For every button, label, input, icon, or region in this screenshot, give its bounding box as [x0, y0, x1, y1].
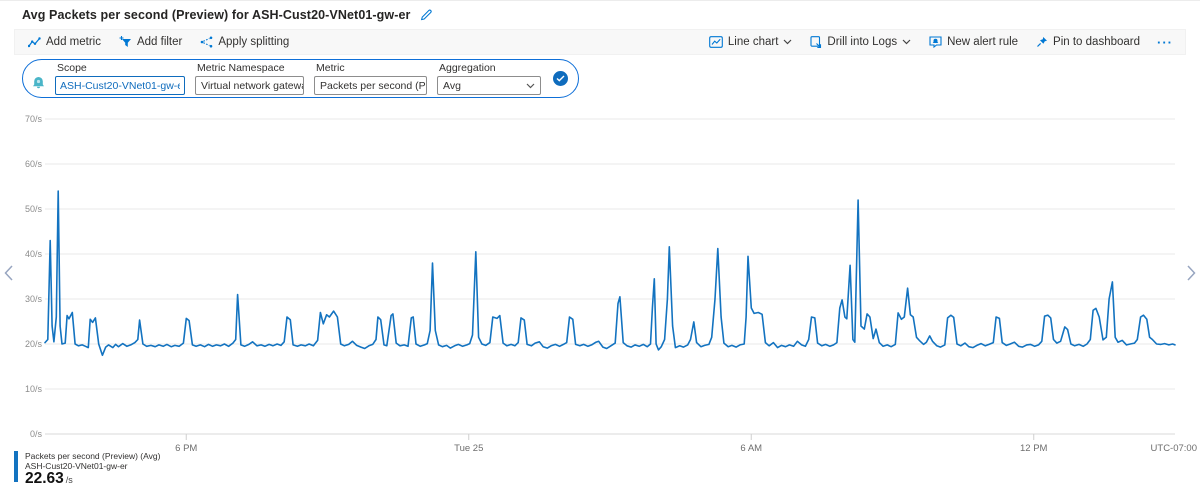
svg-text:12 PM: 12 PM [1020, 443, 1048, 453]
svg-text:50/s: 50/s [25, 204, 43, 214]
metrics-chart[interactable]: 0/s 10/s 20/s 30/s 40/s 50/s 60/s 70/s 6 PM Tue 2… [0, 101, 1200, 453]
line-chart-label: Line chart [727, 36, 779, 48]
metrics-widget: Avg Packets per second (Preview) for ASH… [0, 0, 1200, 485]
line-chart-button[interactable]: Line chart [700, 30, 802, 54]
chart-title: Avg Packets per second (Preview) for ASH… [22, 8, 411, 22]
pin-icon [1036, 36, 1048, 48]
scope-input[interactable] [55, 76, 185, 95]
drill-into-logs-icon [810, 35, 822, 49]
legend-item[interactable]: Packets per second (Preview) (Avg) ASH-C… [14, 451, 160, 485]
toolbar-left-group: Add metric Add filter Apply splitting [19, 30, 298, 54]
svg-text:60/s: 60/s [25, 159, 43, 169]
add-metric-icon [28, 36, 41, 48]
add-filter-button[interactable]: Add filter [110, 30, 191, 54]
add-metric-button[interactable]: Add metric [19, 30, 110, 54]
legend-avg-value: 22.63 [25, 470, 64, 485]
drill-into-logs-label: Drill into Logs [827, 36, 898, 48]
metric-field: Metric Packets per second (Pre... [314, 62, 427, 95]
add-filter-label: Add filter [136, 36, 183, 48]
svg-text:Tue 25: Tue 25 [454, 443, 483, 453]
svg-text:40/s: 40/s [25, 249, 43, 259]
scope-label: Scope [57, 62, 87, 74]
svg-text:20/s: 20/s [25, 339, 43, 349]
new-alert-rule-label: New alert rule [947, 36, 1019, 48]
legend-value-row: 22.63 /s [25, 470, 160, 485]
metric-selector-bar: Scope Metric Namespace Virtual network g… [22, 59, 579, 98]
apply-splitting-label: Apply splitting [218, 36, 290, 48]
namespace-value: Virtual network gatewa... [201, 79, 303, 92]
metric-label: Metric [316, 62, 345, 74]
apply-splitting-icon [200, 36, 213, 48]
aggregation-field: Aggregation Avg [437, 62, 541, 95]
add-metric-label: Add metric [46, 36, 101, 48]
svg-text:6 AM: 6 AM [740, 443, 762, 453]
ellipsis-icon: ··· [1157, 34, 1173, 50]
namespace-field: Metric Namespace Virtual network gatewa.… [195, 62, 304, 95]
legend-color-bar [14, 451, 18, 482]
svg-text:UTC-07:00: UTC-07:00 [1151, 443, 1197, 453]
chart-toolbar: Add metric Add filter Apply splitting Li… [14, 29, 1186, 55]
new-alert-rule-button[interactable]: New alert rule [920, 30, 1027, 54]
aggregation-dropdown[interactable]: Avg [437, 76, 541, 95]
scope-field: Scope [55, 62, 185, 95]
drill-into-logs-button[interactable]: Drill into Logs [801, 30, 920, 54]
chevron-down-icon [783, 39, 792, 45]
legend-series-label: Packets per second (Preview) (Avg) [25, 451, 161, 461]
svg-text:30/s: 30/s [25, 294, 43, 304]
metric-dropdown[interactable]: Packets per second (Pre... [314, 76, 427, 95]
apply-splitting-button[interactable]: Apply splitting [191, 30, 298, 54]
namespace-label: Metric Namespace [197, 62, 285, 74]
svg-text:6 PM: 6 PM [175, 443, 197, 453]
svg-text:0/s: 0/s [30, 429, 43, 439]
new-alert-rule-icon [929, 36, 942, 48]
add-filter-icon [119, 36, 132, 48]
pin-to-dashboard-button[interactable]: Pin to dashboard [1027, 30, 1149, 54]
svg-text:10/s: 10/s [25, 384, 43, 394]
legend-texts: Packets per second (Preview) (Avg) ASH-C… [25, 451, 160, 485]
metric-value: Packets per second (Pre... [320, 79, 426, 92]
valid-check-icon [553, 71, 568, 86]
scroll-left-chevron-icon[interactable] [3, 264, 14, 287]
pin-to-dashboard-label: Pin to dashboard [1053, 36, 1140, 48]
scroll-right-chevron-icon[interactable] [1186, 264, 1197, 287]
title-row: Avg Packets per second (Preview) for ASH… [22, 8, 433, 22]
toolbar-right-group: Line chart Drill into Logs New alert rul [700, 30, 1181, 54]
namespace-dropdown[interactable]: Virtual network gatewa... [195, 76, 304, 95]
more-options-button[interactable]: ··· [1149, 30, 1181, 54]
chevron-down-icon [902, 39, 911, 45]
line-chart-icon [709, 36, 723, 48]
legend-unit: /s [65, 475, 73, 485]
resource-scope-icon [32, 76, 45, 91]
aggregation-value: Avg [443, 79, 461, 92]
svg-text:70/s: 70/s [25, 114, 43, 124]
edit-title-icon[interactable] [419, 8, 433, 22]
chevron-down-icon [526, 83, 535, 88]
aggregation-label: Aggregation [439, 62, 496, 74]
